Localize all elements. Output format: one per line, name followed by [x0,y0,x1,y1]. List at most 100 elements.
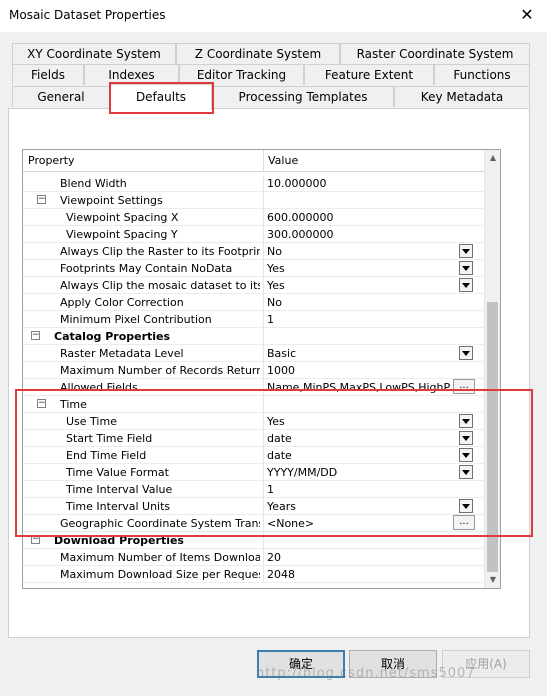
collapse-toggle-icon[interactable]: − [31,535,40,544]
tab-feature-extent[interactable]: Feature Extent [304,64,434,85]
tab-functions[interactable]: Functions [434,64,530,85]
tab-editor-tracking[interactable]: Editor Tracking [179,64,304,85]
property-value[interactable]: Yes [267,261,457,276]
property-name: Always Clip the Raster to its Footprint [60,245,260,258]
category-row[interactable]: − Download Properties [23,532,484,549]
ellipsis-button[interactable]: ... [453,515,475,530]
collapse-toggle-icon[interactable]: − [37,195,46,204]
tab-indexes[interactable]: Indexes [84,64,179,85]
property-value[interactable]: No [267,244,457,259]
tab-raster-coordinate-system[interactable]: Raster Coordinate System [340,43,530,64]
property-value[interactable]: date [267,431,457,446]
property-name: Blend Width [60,177,127,190]
tab-general[interactable]: General [12,86,110,107]
property-value[interactable]: 2048 [267,567,457,582]
property-row[interactable]: − Time [23,396,484,413]
property-row[interactable]: Use Time Yes [23,413,484,430]
column-separator [263,498,264,515]
scroll-down-icon[interactable]: ▼ [485,572,500,588]
property-row[interactable]: Time Interval Units Years [23,498,484,515]
property-value[interactable] [267,329,457,344]
column-separator [263,192,264,209]
property-row[interactable]: Always Clip the Raster to its Footprint N… [23,243,484,260]
column-separator [263,260,264,277]
property-value[interactable]: 600.000000 [267,210,457,225]
property-row[interactable]: Maximum Number of Records Returned... 100… [23,362,484,379]
property-value[interactable]: 1000 [267,363,457,378]
property-row[interactable]: Viewpoint Spacing X 600.000000 [23,209,484,226]
property-row[interactable]: Geographic Coordinate System Transfo... <… [23,515,484,532]
property-row[interactable]: Viewpoint Spacing Y 300.000000 [23,226,484,243]
column-separator [263,243,264,260]
property-name: Minimum Pixel Contribution [60,313,212,326]
property-value[interactable]: 10.000000 [267,176,457,191]
column-separator [263,362,264,379]
dropdown-arrow-icon[interactable] [459,465,473,479]
column-separator [263,447,264,464]
ellipsis-button[interactable]: ... [453,379,475,394]
property-row[interactable]: Maximum Number of Items Downloada... 20 [23,549,484,566]
property-value[interactable]: No [267,295,457,310]
tab-defaults[interactable]: Defaults [110,84,212,110]
property-value[interactable]: 300.000000 [267,227,457,242]
property-row[interactable]: Apply Color Correction No [23,294,484,311]
tab-xy-coordinate-system[interactable]: XY Coordinate System [12,43,176,64]
property-name: Use Time [66,415,117,428]
column-separator [263,413,264,430]
collapse-toggle-icon[interactable]: − [37,399,46,408]
property-row[interactable]: Always Clip the mosaic dataset to its B.… [23,277,484,294]
property-value[interactable] [267,193,457,208]
column-separator [263,175,264,192]
property-name: Viewpoint Spacing X [66,211,179,224]
property-name: Maximum Download Size per Request (... [60,568,260,581]
property-value[interactable]: date [267,448,457,463]
tab-z-coordinate-system[interactable]: Z Coordinate System [176,43,340,64]
property-name: Maximum Number of Records Returned... [60,364,260,377]
dropdown-arrow-icon[interactable] [459,346,473,360]
property-value[interactable] [267,397,457,412]
tab-fields[interactable]: Fields [12,64,84,85]
property-name: Catalog Properties [54,330,171,343]
property-row[interactable]: End Time Field date [23,447,484,464]
collapse-toggle-icon[interactable]: − [31,331,40,340]
dropdown-arrow-icon[interactable] [459,244,473,258]
vertical-scrollbar[interactable]: ▲ ▼ [484,150,500,588]
dropdown-arrow-icon[interactable] [459,431,473,445]
property-row[interactable]: Time Value Format YYYY/MM/DD [23,464,484,481]
property-value[interactable]: 1 [267,312,457,327]
dropdown-arrow-icon[interactable] [459,499,473,513]
tab-processing-templates[interactable]: Processing Templates [212,86,394,107]
property-name: Allowed Fields [60,381,138,394]
property-row[interactable]: Start Time Field date [23,430,484,447]
property-value[interactable] [267,533,457,548]
property-row[interactable]: − Viewpoint Settings [23,192,484,209]
scroll-up-icon[interactable]: ▲ [485,150,500,166]
property-row[interactable]: Maximum Download Size per Request (... 20… [23,566,484,583]
property-value[interactable]: Name,MinPS,MaxPS,LowPS,HighPS,Ta... [267,380,451,395]
dropdown-arrow-icon[interactable] [459,261,473,275]
property-value[interactable]: 20 [267,550,457,565]
property-value[interactable]: Basic [267,346,457,361]
dropdown-arrow-icon[interactable] [459,278,473,292]
dropdown-arrow-icon[interactable] [459,448,473,462]
property-row[interactable]: Allowed Fields Name,MinPS,MaxPS,LowPS,Hig… [23,379,484,396]
close-icon[interactable]: ✕ [517,4,537,26]
property-row[interactable]: Blend Width 10.000000 [23,175,484,192]
property-row[interactable]: Minimum Pixel Contribution 1 [23,311,484,328]
property-value[interactable]: <None> [267,516,451,531]
column-separator [263,209,264,226]
property-value[interactable]: 1 [267,482,457,497]
property-value[interactable]: Yes [267,414,457,429]
property-value[interactable]: YYYY/MM/DD [267,465,457,480]
property-row[interactable]: Raster Metadata Level Basic [23,345,484,362]
dropdown-arrow-icon[interactable] [459,414,473,428]
scroll-thumb[interactable] [487,302,498,572]
property-name: Start Time Field [66,432,153,445]
property-value[interactable]: Yes [267,278,457,293]
category-row[interactable]: − Catalog Properties [23,328,484,345]
property-value[interactable]: Years [267,499,457,514]
property-name: End Time Field [66,449,147,462]
property-row[interactable]: Time Interval Value 1 [23,481,484,498]
property-row[interactable]: Footprints May Contain NoData Yes [23,260,484,277]
tab-key-metadata[interactable]: Key Metadata [394,86,530,107]
